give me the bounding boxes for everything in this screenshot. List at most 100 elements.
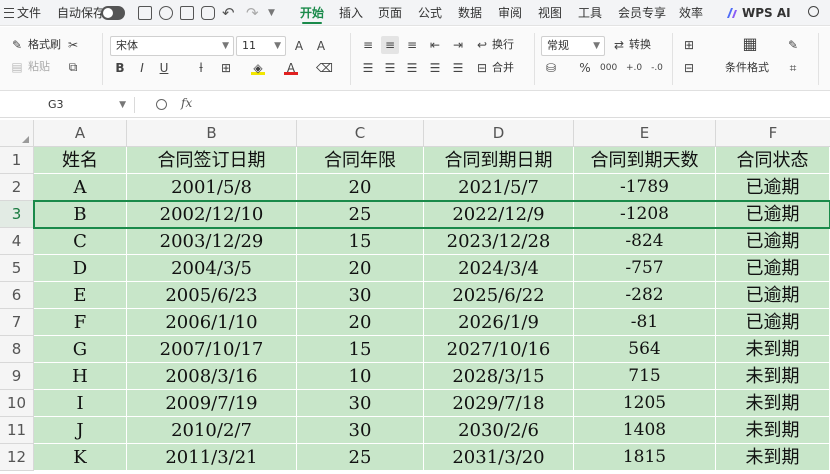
table-cell[interactable]: 1408: [574, 417, 716, 444]
format-painter-button[interactable]: 格式刷: [28, 37, 61, 53]
cut-icon[interactable]: ✂: [66, 38, 80, 52]
font-name-select[interactable]: 宋体 ▼: [110, 36, 234, 56]
italic-icon[interactable]: I: [135, 61, 149, 75]
conditional-format-button[interactable]: 条件格式: [725, 60, 769, 76]
align-bottom-icon[interactable]: ≡: [405, 38, 419, 52]
table-cell[interactable]: 2029/7/18: [424, 390, 574, 417]
bold-icon[interactable]: B: [113, 61, 127, 75]
paste-icon[interactable]: ▤: [10, 60, 24, 74]
tab-review[interactable]: 审阅: [498, 0, 522, 26]
row-header[interactable]: 12: [0, 444, 34, 471]
increase-font-icon[interactable]: A: [292, 39, 306, 53]
table-cell[interactable]: 未到期: [716, 444, 830, 471]
increase-decimal-icon[interactable]: +.0: [626, 61, 642, 75]
tab-page[interactable]: 页面: [378, 0, 402, 26]
tab-tools[interactable]: 工具: [578, 0, 602, 26]
percent-icon[interactable]: %: [578, 61, 592, 75]
font-size-select[interactable]: 11 ▼: [236, 36, 286, 56]
align-top-icon[interactable]: ≡: [361, 38, 375, 52]
table-cell[interactable]: 20: [297, 309, 424, 336]
row-header[interactable]: 5: [0, 255, 34, 282]
table-cell[interactable]: 25: [297, 201, 424, 228]
table-cell[interactable]: 2001/5/8: [127, 174, 297, 201]
tab-insert[interactable]: 插入: [339, 0, 363, 26]
frame-icon[interactable]: ⌗: [786, 61, 800, 75]
table-cell[interactable]: 2025/6/22: [424, 282, 574, 309]
table-cell[interactable]: 已逾期: [716, 174, 830, 201]
table-cell[interactable]: 已逾期: [716, 228, 830, 255]
table-cell[interactable]: A: [34, 174, 127, 201]
zoom-icon[interactable]: [156, 99, 167, 110]
table-cell[interactable]: 未到期: [716, 390, 830, 417]
column-title-cell[interactable]: 合同状态: [716, 147, 830, 174]
save-icon[interactable]: [138, 6, 152, 20]
conditional-format-icon[interactable]: ▦: [741, 36, 759, 55]
table-cell[interactable]: 30: [297, 282, 424, 309]
table-cell[interactable]: 2009/7/19: [127, 390, 297, 417]
undo-icon[interactable]: ↶: [222, 0, 235, 26]
column-header-c[interactable]: C: [297, 120, 424, 147]
table-cell[interactable]: 20: [297, 255, 424, 282]
row-header[interactable]: 11: [0, 417, 34, 444]
align-right-icon[interactable]: ☰: [405, 61, 419, 75]
table-cell[interactable]: -757: [574, 255, 716, 282]
number-format-select[interactable]: 常规 ▼: [541, 36, 605, 56]
table-cell[interactable]: 未到期: [716, 336, 830, 363]
table-cell[interactable]: -1789: [574, 174, 716, 201]
tab-member[interactable]: 会员专享: [618, 0, 666, 26]
merge-button[interactable]: 合并: [492, 60, 514, 76]
table-cell[interactable]: G: [34, 336, 127, 363]
merge-icon[interactable]: ⊟: [475, 61, 489, 75]
table-cell[interactable]: 30: [297, 417, 424, 444]
distribute-icon[interactable]: ☰: [451, 61, 465, 75]
convert-button[interactable]: 转换: [629, 37, 651, 53]
column-header-e[interactable]: E: [574, 120, 716, 147]
table-cell[interactable]: B: [34, 201, 127, 228]
table-cell[interactable]: -282: [574, 282, 716, 309]
table-cell[interactable]: 715: [574, 363, 716, 390]
wrap-icon[interactable]: ↩: [475, 38, 489, 52]
redo-icon[interactable]: ↷: [246, 0, 259, 26]
align-center-icon[interactable]: ☰: [383, 61, 397, 75]
file-menu[interactable]: 文件: [17, 0, 41, 26]
table-cell[interactable]: 20: [297, 174, 424, 201]
table-cell[interactable]: 2007/10/17: [127, 336, 297, 363]
table-cell[interactable]: 30: [297, 390, 424, 417]
function-icon[interactable]: fx: [181, 96, 192, 110]
table-cell[interactable]: 2011/3/21: [127, 444, 297, 471]
table-cell[interactable]: 15: [297, 228, 424, 255]
row-header[interactable]: 9: [0, 363, 34, 390]
table-cell[interactable]: -824: [574, 228, 716, 255]
table-cell[interactable]: -81: [574, 309, 716, 336]
align-left-icon[interactable]: ☰: [361, 61, 375, 75]
table-cell[interactable]: F: [34, 309, 127, 336]
table-cell[interactable]: 1815: [574, 444, 716, 471]
column-title-cell[interactable]: 姓名: [34, 147, 127, 174]
border-icon[interactable]: ⊞: [219, 61, 233, 75]
column-title-cell[interactable]: 合同到期天数: [574, 147, 716, 174]
tab-home[interactable]: 开始: [300, 0, 324, 26]
strikethrough-icon[interactable]: ƚ: [194, 61, 208, 75]
table-cell[interactable]: 564: [574, 336, 716, 363]
row-header[interactable]: 8: [0, 336, 34, 363]
clear-format-icon[interactable]: ⌫: [316, 61, 333, 75]
autosave-toggle[interactable]: [101, 6, 125, 20]
print-icon[interactable]: [180, 6, 194, 20]
table-cell[interactable]: 已逾期: [716, 282, 830, 309]
table-cell[interactable]: 15: [297, 336, 424, 363]
table-cell[interactable]: H: [34, 363, 127, 390]
tab-view[interactable]: 视图: [538, 0, 562, 26]
table-cell[interactable]: 2024/3/4: [424, 255, 574, 282]
table-cell[interactable]: 2002/12/10: [127, 201, 297, 228]
tab-formula[interactable]: 公式: [418, 0, 442, 26]
table-cell[interactable]: 未到期: [716, 363, 830, 390]
table-cell[interactable]: 2026/1/9: [424, 309, 574, 336]
table-cell[interactable]: 已逾期: [716, 255, 830, 282]
table-cell[interactable]: 2010/2/7: [127, 417, 297, 444]
table-cell[interactable]: K: [34, 444, 127, 471]
table-cell[interactable]: D: [34, 255, 127, 282]
column-header-a[interactable]: A: [34, 120, 127, 147]
increase-indent-icon[interactable]: ⇥: [451, 38, 465, 52]
row-header[interactable]: 6: [0, 282, 34, 309]
column-header-d[interactable]: D: [424, 120, 574, 147]
